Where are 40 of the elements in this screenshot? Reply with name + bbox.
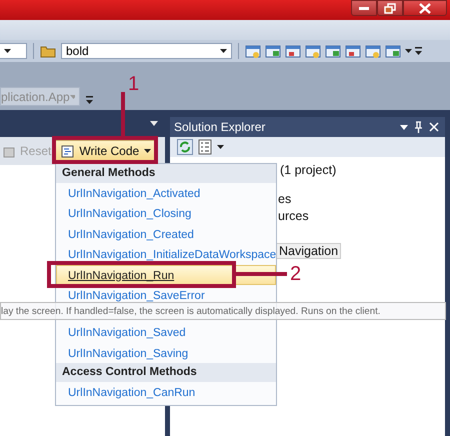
menu-item[interactable]: UrlInNavigation_Run [56, 264, 276, 285]
caret-icon[interactable] [150, 121, 158, 126]
close-icon[interactable] [429, 122, 439, 132]
caret-icon[interactable] [400, 124, 408, 130]
minimize-button[interactable] [351, 0, 377, 16]
menu-item[interactable]: UrlInNavigation_Saved [56, 322, 276, 343]
overflow-icon[interactable] [86, 96, 93, 104]
tree-node[interactable]: (1 project) [278, 163, 338, 177]
caret-icon[interactable] [217, 145, 224, 149]
code-icon [61, 144, 74, 158]
caret-icon [70, 94, 75, 98]
combo-box[interactable] [0, 43, 27, 59]
menu-section-header: General Methods [56, 164, 276, 183]
callout-number: 1 [128, 74, 140, 94]
caret-icon[interactable] [405, 49, 412, 53]
pin-icon[interactable] [414, 121, 423, 133]
menu-item[interactable]: UrlInNavigation_Saving [56, 342, 276, 364]
tooltip: lay the screen. If handled=false, the screen is automatically displayed. Runs on the client. [0, 302, 446, 320]
menu-item[interactable]: UrlInNavigation_CanRun [56, 382, 276, 403]
close-button[interactable] [403, 0, 447, 16]
overflow-icon[interactable] [415, 47, 422, 55]
tree-node[interactable]: urces [276, 209, 311, 223]
panel-title: Solution Explorer [174, 120, 266, 134]
window-icon[interactable] [285, 44, 302, 58]
tree-node[interactable]: es [276, 192, 294, 206]
restore-button[interactable] [377, 0, 403, 16]
menu-item[interactable]: UrlInNavigation_Created [56, 224, 276, 244]
close-icon [418, 2, 432, 14]
properties-icon[interactable] [197, 139, 213, 155]
restore-icon [384, 2, 396, 14]
menu-item[interactable]: UrlInNavigation_Closing [56, 203, 276, 224]
menu-item[interactable]: UrlInNavigation_InitializeDataWorkspace [56, 244, 276, 265]
menu-item[interactable]: UrlInNavigation_Activated [56, 183, 276, 204]
menu-section-header: Access Control Methods [56, 363, 276, 382]
caret-icon [144, 149, 152, 153]
style-combo[interactable]: bold [61, 43, 232, 59]
callout-number: 2 [290, 264, 302, 284]
tree-node[interactable]: Navigation [276, 243, 342, 259]
caret-icon [220, 49, 227, 53]
minimize-icon [358, 5, 370, 11]
